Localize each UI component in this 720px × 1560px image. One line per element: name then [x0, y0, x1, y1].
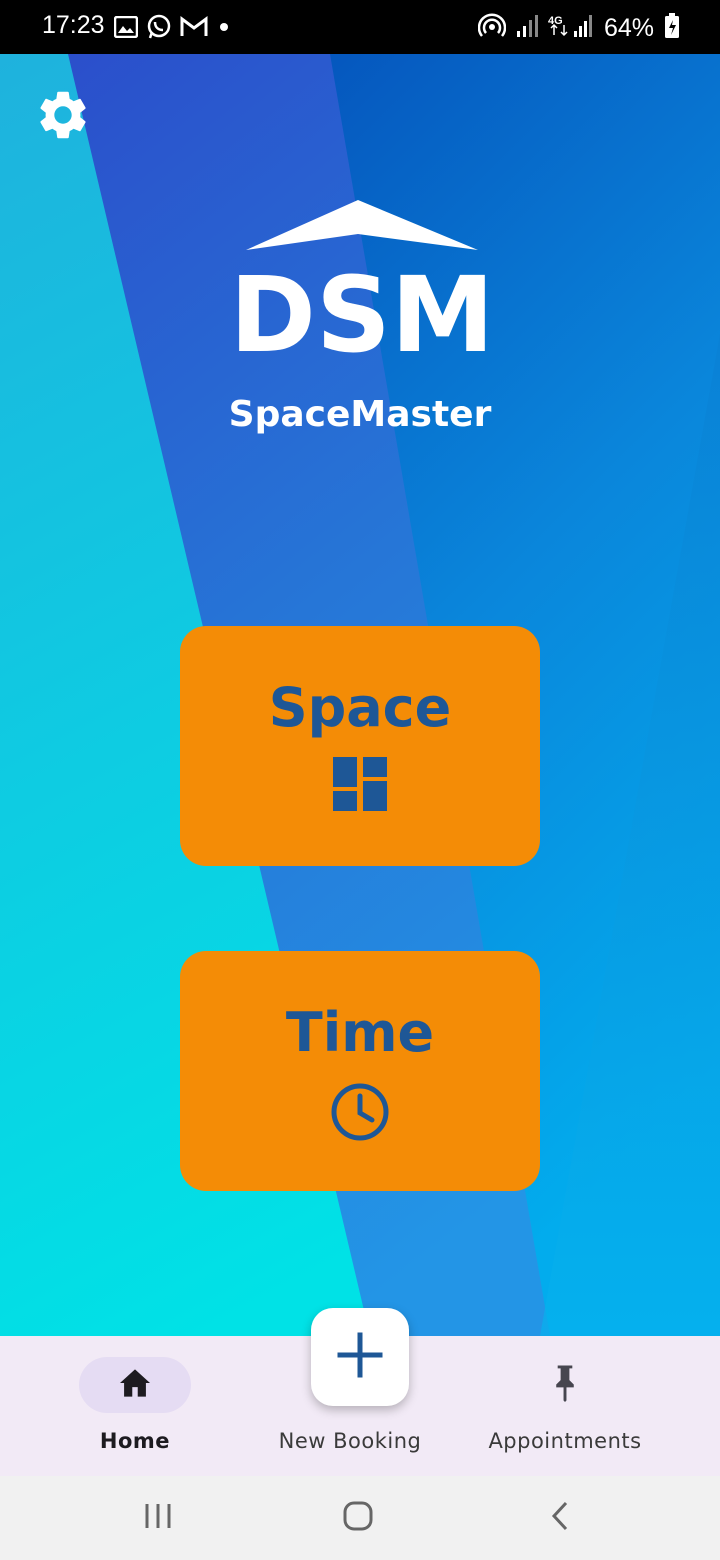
recents-button[interactable] — [128, 1498, 188, 1538]
dashboard-grid-icon — [333, 757, 387, 815]
system-home-button[interactable] — [328, 1498, 388, 1538]
pin-icon — [550, 1364, 580, 1406]
system-navigation-bar — [0, 1476, 720, 1560]
clock-icon — [330, 1082, 390, 1146]
status-time: 17:23 — [42, 11, 105, 39]
home-icon — [118, 1368, 152, 1402]
settings-button[interactable] — [30, 84, 96, 150]
nav-appointments-icon-slot — [509, 1357, 621, 1413]
status-bar: 17:23 4G 64% — [0, 0, 720, 54]
nav-home-label: Home — [99, 1429, 171, 1453]
space-label: Space — [268, 676, 452, 739]
space-button[interactable]: Space — [180, 626, 540, 866]
back-icon — [549, 1501, 571, 1535]
whatsapp-icon — [146, 14, 172, 44]
plus-icon — [337, 1332, 383, 1382]
4g-signal-icon: 4G — [548, 13, 594, 43]
nav-appointments[interactable]: Appointments — [465, 1336, 665, 1476]
back-button[interactable] — [530, 1498, 590, 1538]
nav-home-active-indicator — [79, 1357, 191, 1413]
dot-icon — [216, 19, 232, 39]
nav-new-booking-label: New Booking — [278, 1429, 422, 1453]
signal-icon — [516, 14, 538, 42]
gallery-icon — [113, 15, 139, 42]
new-booking-fab[interactable] — [311, 1308, 409, 1406]
logo-text: DSM — [236, 254, 486, 364]
time-label: Time — [285, 1001, 435, 1064]
recents-icon — [143, 1502, 173, 1534]
home-screen: DSM SpaceMaster Space Time — [0, 54, 720, 1336]
nav-appointments-label: Appointments — [488, 1429, 642, 1453]
status-right-icons: 4G 64% — [477, 12, 680, 44]
nav-home[interactable]: Home — [55, 1336, 215, 1476]
gmail-icon — [180, 16, 208, 42]
battery-icon — [664, 13, 680, 43]
dsm-logo: DSM — [230, 194, 494, 376]
battery-percent: 64% — [603, 13, 654, 42]
app-name: SpaceMaster — [228, 394, 492, 435]
time-button[interactable]: Time — [180, 951, 540, 1191]
gear-icon — [34, 86, 92, 148]
hotspot-icon — [477, 12, 507, 44]
svg-text:4G: 4G — [548, 15, 563, 27]
home-circle-icon — [342, 1500, 374, 1536]
status-left-icons — [113, 14, 232, 44]
